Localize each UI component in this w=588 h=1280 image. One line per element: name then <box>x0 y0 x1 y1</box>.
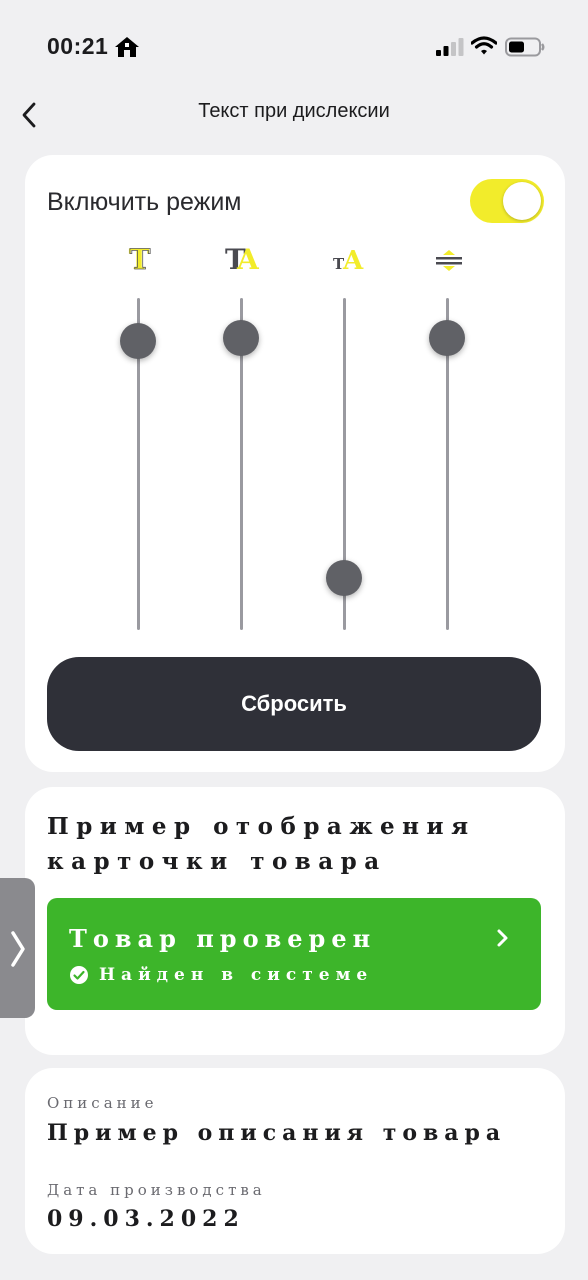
info-card: Описание Пример описания товара Дата про… <box>25 1068 565 1254</box>
status-time: 00:21 <box>47 33 109 59</box>
product-status-card[interactable]: Товар проверен Найден в системе <box>47 898 541 1010</box>
chevron-right-icon <box>495 928 511 953</box>
font-size-icon: T A <box>329 241 365 277</box>
wifi-icon <box>470 36 498 61</box>
battery-icon <box>505 37 545 62</box>
status-title: Товар проверен <box>69 924 377 953</box>
toggle-knob <box>503 182 541 220</box>
font-weight-icon: T T <box>121 241 157 277</box>
enable-mode-toggle[interactable] <box>470 179 544 223</box>
letter-spacing-icon: T A <box>223 241 263 277</box>
toggle-label: Включить режим <box>47 188 242 216</box>
production-date-value: 09.03.2022 <box>47 1206 245 1232</box>
home-icon <box>114 35 140 64</box>
svg-text:T: T <box>130 243 151 276</box>
preview-title: Пример отображения карточки товара <box>47 813 476 875</box>
status-subtitle: Найден в системе <box>99 965 374 985</box>
status-bar: 00:21 <box>0 0 588 90</box>
font-weight-slider-thumb[interactable] <box>120 322 156 359</box>
preview-card: Пример отображения карточки товара Товар… <box>25 787 565 1055</box>
description-value: Пример описания товара <box>47 1120 507 1146</box>
side-panel-tab[interactable] <box>0 878 35 1018</box>
svg-text:A: A <box>236 243 260 276</box>
check-circle-icon <box>69 965 89 990</box>
svg-text:A: A <box>342 246 364 276</box>
chevron-right-icon <box>7 930 29 973</box>
production-date-label: Дата производства <box>47 1181 266 1199</box>
font-size-slider-thumb[interactable] <box>326 559 362 596</box>
line-height-icon <box>431 241 467 277</box>
description-label: Описание <box>47 1094 158 1112</box>
signal-icon <box>436 38 464 61</box>
reset-button[interactable]: Сбросить <box>47 657 541 751</box>
settings-card: Включить режим T T T A T A Сбросить <box>25 155 565 772</box>
nav-bar: Текст при дислексии <box>0 90 588 140</box>
letter-spacing-slider-thumb[interactable] <box>223 319 259 356</box>
page-title: Текст при дислексии <box>198 100 390 122</box>
line-height-slider-thumb[interactable] <box>429 319 465 356</box>
